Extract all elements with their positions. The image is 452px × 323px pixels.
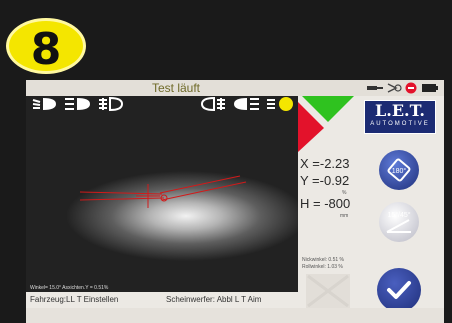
camera-view: Winkel= 15.0° Asxichten.Y = 0.51% (26, 96, 298, 292)
incline-cutoff-line-2 (161, 181, 247, 201)
high-beam-icon[interactable] (64, 96, 92, 112)
h-unit: mm (340, 213, 349, 219)
high-beam-right-icon[interactable] (232, 96, 260, 112)
fog-light-right-icon[interactable] (200, 96, 226, 112)
cable-icon (367, 86, 383, 90)
x-value: X =-2.23 (300, 156, 350, 171)
rotate-180-button[interactable]: 180° (379, 150, 419, 190)
headlamp-status: Scheinwerfer: Abbl L T Aim (166, 295, 262, 304)
logo-subtitle: AUTOMOTIVE (370, 121, 430, 127)
logo-title: L.E.T. (375, 101, 425, 120)
low-beam-right-active-icon[interactable] (266, 96, 296, 112)
horizontal-cutoff-line (79, 191, 163, 195)
status-bar: Fahrzeug:LL T Einstellen Scheinwerfer: A… (26, 292, 298, 308)
light-beam-status-icon (387, 83, 402, 93)
camera-overlay-text: Winkel= 15.0° Asxichten.Y = 0.51% (30, 285, 109, 291)
step-number: 8 (30, 24, 62, 75)
angle-15-45-button[interactable]: 15°/45° (379, 202, 419, 242)
checkmark-icon (387, 281, 411, 299)
low-beam-icon[interactable] (32, 96, 58, 112)
incline-cutoff-line (159, 175, 241, 194)
fog-light-icon[interactable] (98, 96, 124, 112)
horizontal-cutoff-line-2 (79, 197, 165, 201)
footer-bar (26, 308, 444, 323)
svg-text:180°: 180° (392, 167, 407, 175)
y-value: Y =-0.92 (300, 173, 350, 188)
app-title: Test läuft (151, 81, 201, 95)
step-number-badge: 8 (6, 18, 86, 75)
cancel-disabled-icon (306, 274, 350, 308)
angle-icon (386, 219, 411, 233)
confirm-button[interactable] (377, 268, 421, 312)
aim-direction-indicator (298, 96, 354, 152)
roll-angle: Rollwinkel: 1.03 % (302, 264, 343, 270)
let-logo: L.E.T. AUTOMOTIVE (364, 100, 436, 134)
vehicle-status: Fahrzeug:LL T Einstellen (30, 295, 119, 304)
angle-label: 15°/45° (387, 212, 411, 219)
battery-icon (422, 84, 438, 92)
nick-angle: Nickwinkel: 0.51 % (302, 257, 344, 263)
aim-lines (79, 175, 247, 208)
alert-icon (405, 82, 417, 94)
h-value: H = -800 (300, 196, 351, 211)
rotate-icon: 180° (387, 158, 411, 182)
